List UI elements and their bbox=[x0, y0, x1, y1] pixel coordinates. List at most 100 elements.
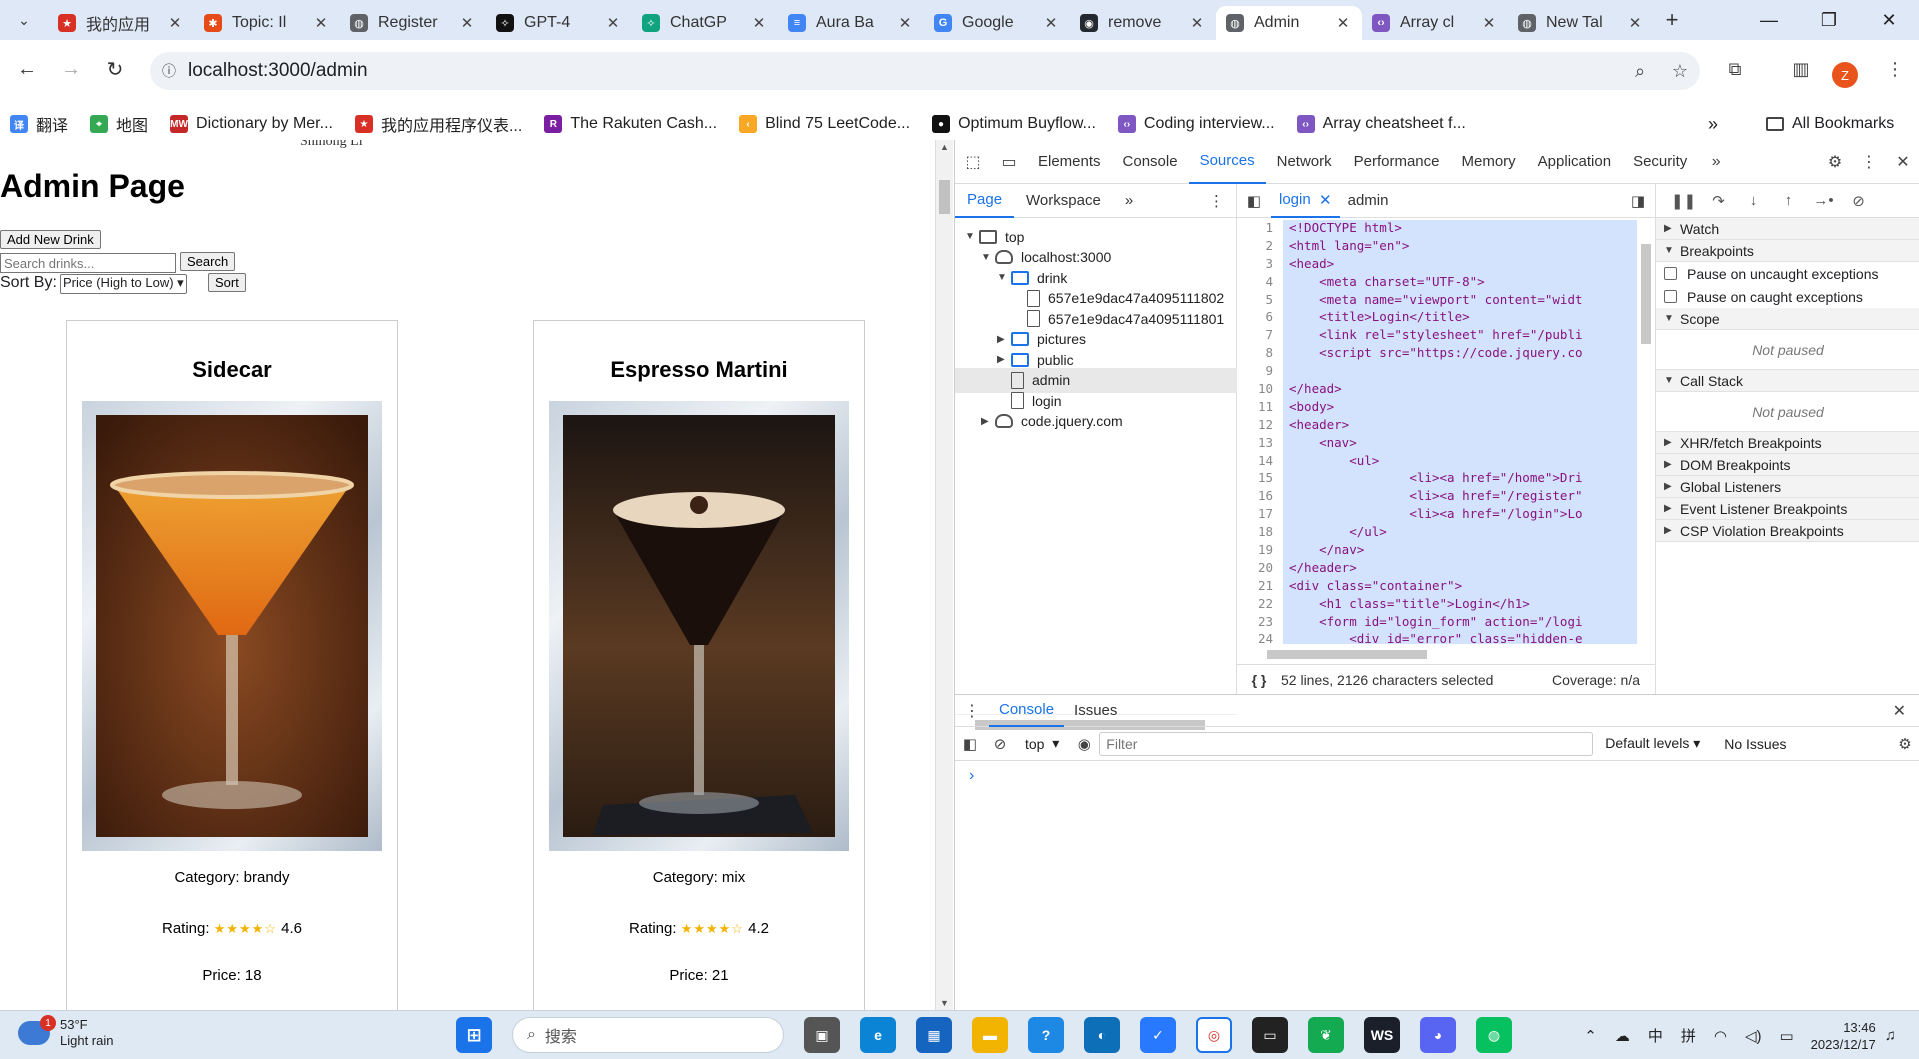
devtools-tab-console[interactable]: Console bbox=[1112, 140, 1189, 184]
code-view[interactable]: 1 <!DOCTYPE html> 2 <html lang="en"> 3 <head>… bbox=[1237, 220, 1637, 644]
bookmark-item[interactable]: R The Rakuten Cash... bbox=[544, 115, 717, 133]
terminal-icon[interactable]: ▭ bbox=[1252, 1017, 1288, 1053]
mysql-icon[interactable]: ◐ bbox=[1084, 1017, 1120, 1053]
close-tab-icon[interactable]: ✕ bbox=[312, 14, 330, 32]
breakpoints-section[interactable]: ▼ Breakpoints bbox=[1656, 240, 1919, 262]
forward-icon[interactable]: → bbox=[56, 54, 86, 84]
browser-tab[interactable]: ◉ remove ✕ bbox=[1070, 6, 1216, 40]
windows-start-icon[interactable]: ⊞ bbox=[456, 1017, 492, 1053]
search-input[interactable] bbox=[0, 253, 176, 273]
maximize-icon[interactable]: ❐ bbox=[1799, 0, 1859, 40]
bookmark-item[interactable]: ● Optimum Buyflow... bbox=[932, 115, 1096, 133]
battery-icon[interactable]: ▭ bbox=[1779, 1027, 1793, 1045]
pretty-print-icon[interactable]: { } bbox=[1237, 672, 1281, 688]
devtools-tab-security[interactable]: Security bbox=[1622, 140, 1698, 184]
scope-section[interactable]: ▼ Scope bbox=[1656, 308, 1919, 330]
line-number[interactable]: 9 bbox=[1237, 363, 1283, 382]
add-new-drink-button[interactable]: Add New Drink bbox=[0, 230, 101, 249]
address-bar[interactable]: ⓘ localhost:3000/admin ⌕ ☆ bbox=[150, 52, 1700, 90]
bookmark-item[interactable]: ‹› Coding interview... bbox=[1117, 115, 1275, 133]
all-bookmarks-button[interactable]: All Bookmarks bbox=[1766, 108, 1894, 140]
watch-section[interactable]: ▶ Watch bbox=[1656, 218, 1919, 240]
sort-select[interactable]: Price (High to Low) ▾ bbox=[60, 274, 187, 294]
close-tab-icon[interactable]: ✕ bbox=[1319, 191, 1332, 209]
hscroll-thumb[interactable] bbox=[1267, 650, 1427, 659]
line-number[interactable]: 21 bbox=[1237, 577, 1283, 596]
editor-tab-admin[interactable]: admin bbox=[1340, 184, 1397, 218]
expand-toggle-icon[interactable]: ▼ bbox=[965, 231, 979, 242]
bookmarks-overflow-icon[interactable]: » bbox=[1708, 108, 1718, 140]
weather-widget[interactable]: 1 53°F Light rain bbox=[18, 1015, 113, 1049]
close-devtools-icon[interactable]: ✕ bbox=[1886, 152, 1919, 172]
bookmark-item[interactable]: ‹› Array cheatsheet f... bbox=[1296, 115, 1466, 133]
console-prompt[interactable]: › bbox=[955, 761, 1919, 791]
reload-icon[interactable]: ↻ bbox=[100, 54, 130, 84]
tree-node[interactable]: ▶ code.jquery.com bbox=[955, 409, 1237, 434]
more-nav-tabs-icon[interactable]: » bbox=[1113, 184, 1145, 218]
checkbox-icon[interactable] bbox=[1664, 290, 1677, 303]
bookmark-item[interactable]: MW Dictionary by Mer... bbox=[170, 115, 333, 133]
devtools-menu-icon[interactable]: ⋮ bbox=[1852, 152, 1886, 172]
line-number[interactable]: 22 bbox=[1237, 595, 1283, 614]
sort-button[interactable]: Sort bbox=[208, 273, 246, 292]
deactivate-breakpoints-icon[interactable]: ⊘ bbox=[1841, 192, 1876, 210]
line-number[interactable]: 1 bbox=[1237, 220, 1283, 238]
editor-hscrollbar[interactable] bbox=[1237, 647, 1637, 661]
close-tab-icon[interactable]: ✕ bbox=[166, 14, 184, 32]
close-tab-icon[interactable]: ✕ bbox=[1626, 14, 1644, 32]
line-number[interactable]: 20 bbox=[1237, 559, 1283, 578]
webstorm-icon[interactable]: WS bbox=[1364, 1017, 1400, 1053]
close-tab-icon[interactable]: ✕ bbox=[1188, 14, 1206, 32]
xhr-breakpoints-section[interactable]: ▶ XHR/fetch Breakpoints bbox=[1656, 432, 1919, 454]
close-tab-icon[interactable]: ✕ bbox=[1042, 14, 1060, 32]
chrome-icon[interactable]: ◎ bbox=[1196, 1017, 1232, 1053]
line-number[interactable]: 13 bbox=[1237, 434, 1283, 453]
expand-toggle-icon[interactable]: ▶ bbox=[997, 334, 1011, 345]
browser-tab[interactable]: ★ 我的应用 ✕ bbox=[48, 6, 194, 40]
line-number[interactable]: 8 bbox=[1237, 345, 1283, 364]
toggle-debugger-icon[interactable]: ◨ bbox=[1621, 192, 1655, 210]
scroll-down-icon[interactable]: ▼ bbox=[940, 998, 949, 1008]
zoom-icon[interactable]: ⌕ bbox=[1620, 61, 1660, 82]
side-panel-icon[interactable]: ▥ bbox=[1786, 54, 1816, 84]
close-tab-icon[interactable]: ✕ bbox=[750, 14, 768, 32]
bookmark-item[interactable]: ★ 我的应用程序仪表... bbox=[354, 112, 522, 136]
step-out-icon[interactable]: ↑ bbox=[1771, 192, 1806, 209]
clear-console-icon[interactable]: ⊘ bbox=[985, 735, 1015, 753]
volume-icon[interactable]: ◁) bbox=[1745, 1027, 1762, 1045]
dom-breakpoints-section[interactable]: ▶ DOM Breakpoints bbox=[1656, 454, 1919, 476]
browser-tab[interactable]: ◍ Register ✕ bbox=[340, 6, 486, 40]
log-levels-dropdown[interactable]: Default levels ▾ bbox=[1605, 735, 1700, 752]
devtools-tab-network[interactable]: Network bbox=[1266, 140, 1343, 184]
console-sidebar-icon[interactable]: ◧ bbox=[955, 735, 985, 753]
todo-icon[interactable]: ✓ bbox=[1140, 1017, 1176, 1053]
devtools-tab-application[interactable]: Application bbox=[1527, 140, 1622, 184]
devtools-tab-memory[interactable]: Memory bbox=[1451, 140, 1527, 184]
line-number[interactable]: 12 bbox=[1237, 416, 1283, 435]
close-window-icon[interactable]: ✕ bbox=[1859, 0, 1919, 40]
line-number[interactable]: 15 bbox=[1237, 470, 1283, 489]
devtools-tab-elements[interactable]: Elements bbox=[1027, 140, 1112, 184]
profile-avatar[interactable]: Z bbox=[1832, 62, 1858, 88]
minimize-icon[interactable]: — bbox=[1739, 0, 1799, 40]
wechat-icon[interactable]: ◍ bbox=[1476, 1017, 1512, 1053]
browser-tab[interactable]: ‹› Array cl ✕ bbox=[1362, 6, 1508, 40]
chrome-menu-icon[interactable]: ⋮ bbox=[1880, 54, 1910, 84]
line-number[interactable]: 3 bbox=[1237, 255, 1283, 274]
expand-toggle-icon[interactable]: ▶ bbox=[997, 354, 1011, 365]
line-number[interactable]: 6 bbox=[1237, 309, 1283, 328]
task-view-icon[interactable]: ▣ bbox=[804, 1017, 840, 1053]
editor-vscrollbar[interactable] bbox=[1637, 220, 1655, 644]
issues-counter[interactable]: No Issues bbox=[1724, 736, 1786, 752]
taskbar-search[interactable]: ⌕ 搜索 bbox=[512, 1017, 784, 1053]
line-number[interactable]: 23 bbox=[1237, 613, 1283, 632]
page-scrollbar[interactable]: ▲ ▼ bbox=[935, 140, 953, 1010]
browser-tab[interactable]: ✱ Topic: Il ✕ bbox=[194, 6, 340, 40]
line-number[interactable]: 5 bbox=[1237, 291, 1283, 310]
live-expression-eye-icon[interactable]: ◉ bbox=[1069, 735, 1099, 753]
browser-tab[interactable]: ◍ Admin ✕ bbox=[1216, 6, 1362, 40]
ime-language[interactable]: 中 bbox=[1648, 1025, 1663, 1046]
edge-icon[interactable]: e bbox=[860, 1017, 896, 1053]
bookmark-item[interactable]: ‹ Blind 75 LeetCode... bbox=[739, 115, 910, 133]
step-over-icon[interactable]: ↷ bbox=[1701, 192, 1736, 210]
